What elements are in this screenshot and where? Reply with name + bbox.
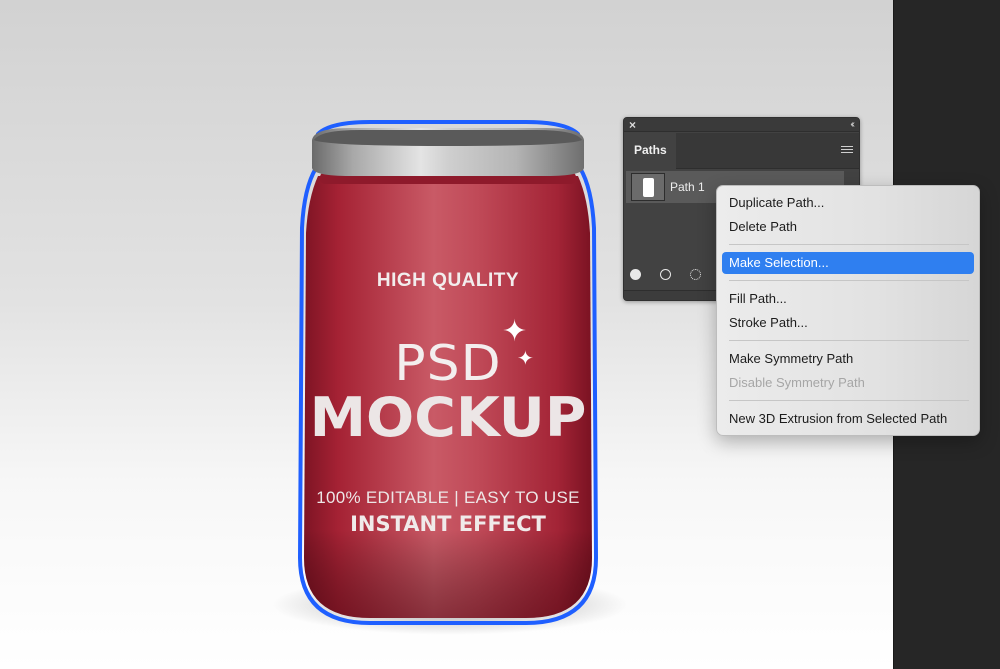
jar-mockup: HIGH QUALITY PSD MOCKUP 100% EDITABLE | … xyxy=(290,118,606,628)
context-menu: Duplicate Path... Delete Path Make Selec… xyxy=(716,185,980,436)
menu-separator xyxy=(729,340,969,341)
collapse-icon[interactable]: ‹‹ xyxy=(850,118,854,132)
jar-title-psd: PSD xyxy=(394,335,502,393)
menu-item-stroke-path[interactable]: Stroke Path... xyxy=(722,312,974,334)
path-name: Path 1 xyxy=(670,180,705,194)
menu-separator xyxy=(729,400,969,401)
menu-item-delete-path[interactable]: Delete Path xyxy=(722,216,974,238)
stroke-path-icon[interactable] xyxy=(660,269,671,280)
panel-title-bar[interactable]: × ‹‹ xyxy=(624,118,859,132)
jar-tagline: 100% EDITABLE | EASY TO USE xyxy=(316,488,580,507)
menu-item-make-selection[interactable]: Make Selection... xyxy=(722,252,974,274)
menu-separator xyxy=(729,244,969,245)
jar-headline: HIGH QUALITY xyxy=(376,270,520,291)
tab-paths[interactable]: Paths xyxy=(624,133,676,170)
menu-item-duplicate-path[interactable]: Duplicate Path... xyxy=(722,192,974,214)
menu-separator xyxy=(729,280,969,281)
panel-tab-bar: Paths xyxy=(624,133,859,170)
jar-subtitle: INSTANT EFFECT xyxy=(350,512,546,536)
close-icon[interactable]: × xyxy=(629,118,636,132)
fill-path-icon[interactable] xyxy=(630,269,641,280)
menu-item-fill-path[interactable]: Fill Path... xyxy=(722,288,974,310)
load-selection-icon[interactable] xyxy=(690,269,701,280)
sparkle-small-icon: ✦ xyxy=(517,348,534,370)
menu-item-disable-symmetry-path: Disable Symmetry Path xyxy=(729,375,865,390)
menu-item-make-symmetry-path[interactable]: Make Symmetry Path xyxy=(722,348,974,370)
path-thumbnail xyxy=(631,173,665,201)
jar-title-mockup: MOCKUP xyxy=(309,386,587,449)
sparkle-large-icon: ✦ xyxy=(502,315,528,348)
menu-item-new-3d-extrusion[interactable]: New 3D Extrusion from Selected Path xyxy=(722,408,974,430)
panel-menu-icon[interactable] xyxy=(841,146,853,155)
